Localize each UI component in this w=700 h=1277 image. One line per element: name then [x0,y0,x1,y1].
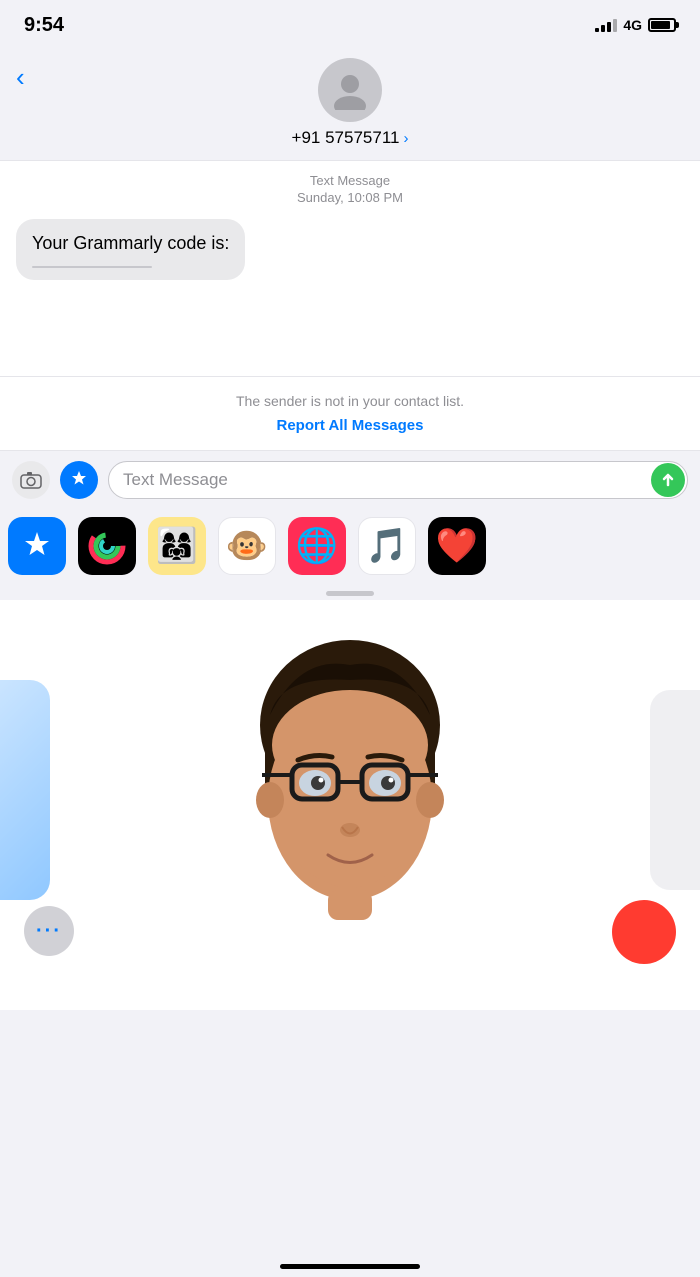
battery-fill [651,21,670,29]
monkey-emoji: 🐵 [226,526,268,566]
activity-icon [87,526,127,566]
message-bubble-wrapper: Your Grammarly code is: [0,219,700,296]
text-input-wrapper[interactable]: Text Message [108,461,688,499]
send-icon [660,472,676,488]
memoji-face-svg [220,635,480,955]
dots-button[interactable]: ··· [24,906,74,956]
app-icon-heart[interactable]: ❤️ [428,517,486,575]
nav-header: ‹ +91 57575711 › [0,50,700,160]
network-label: 4G [623,17,642,33]
music-emoji: 🎵 [366,526,408,566]
appstore-input-button[interactable] [60,461,98,499]
memoji-emoji: 👩‍👩‍👧 [156,526,198,566]
camera-icon [20,471,42,489]
app-icon-memoji[interactable]: 👩‍👩‍👧 [148,517,206,575]
message-bubble: Your Grammarly code is: [16,219,245,280]
app-icon-monkey[interactable]: 🐵 [218,517,276,575]
camera-button[interactable] [12,461,50,499]
contact-detail-chevron: › [403,130,408,147]
report-link[interactable]: Report All Messages [16,417,684,434]
send-button[interactable] [651,463,685,497]
memoji-panel: ··· [0,600,700,980]
heart-emoji: ❤️ [436,526,478,566]
warning-section: The sender is not in your contact list. … [0,376,700,450]
contact-number: +91 57575711 [292,128,400,148]
contact-name[interactable]: +91 57575711 › [292,128,409,148]
memoji-main [220,635,480,955]
record-button-wrapper[interactable] [612,900,676,964]
app-icon-music[interactable]: 🎵 [358,517,416,575]
appstore-input-icon [68,469,90,491]
message-area: Text Message Sunday, 10:08 PM Your Gramm… [0,160,700,296]
message-time-label: Sunday, 10:08 PM [0,190,700,205]
app-icon-globe[interactable]: 🌐 [288,517,346,575]
status-icons: 4G [595,17,676,33]
more-options-button[interactable]: ··· [24,906,74,956]
battery-icon [648,18,676,32]
home-indicator [280,1264,420,1269]
back-button[interactable]: ‹ [16,62,25,93]
dots-label: ··· [36,920,62,943]
app-icon-activity[interactable] [78,517,136,575]
bubble-loading-line [32,266,152,268]
signal-bars-icon [595,18,617,32]
status-time: 9:54 [24,14,64,37]
person-icon [330,70,370,110]
input-bar: Text Message [0,450,700,509]
text-input-placeholder: Text Message [123,470,228,490]
warning-text: The sender is not in your contact list. [16,393,684,409]
appstore-icon [19,528,55,564]
app-icons-row: 👩‍👩‍👧 🐵 🌐 🎵 ❤️ [0,509,700,583]
contact-avatar[interactable] [318,58,382,122]
message-date-label: Text Message [0,173,700,188]
record-button[interactable] [612,900,676,964]
status-bar: 9:54 4G [0,0,700,50]
handle-bar-indicator [326,591,374,596]
bubble-text: Your Grammarly code is: [32,231,229,256]
globe-emoji: 🌐 [296,526,338,566]
drawer-handle [0,583,700,600]
memoji-right-preview [650,690,700,890]
home-indicator-bar [0,980,700,1010]
memoji-left-preview [0,680,50,900]
message-spacer [0,296,700,376]
app-icon-appstore[interactable] [8,517,66,575]
